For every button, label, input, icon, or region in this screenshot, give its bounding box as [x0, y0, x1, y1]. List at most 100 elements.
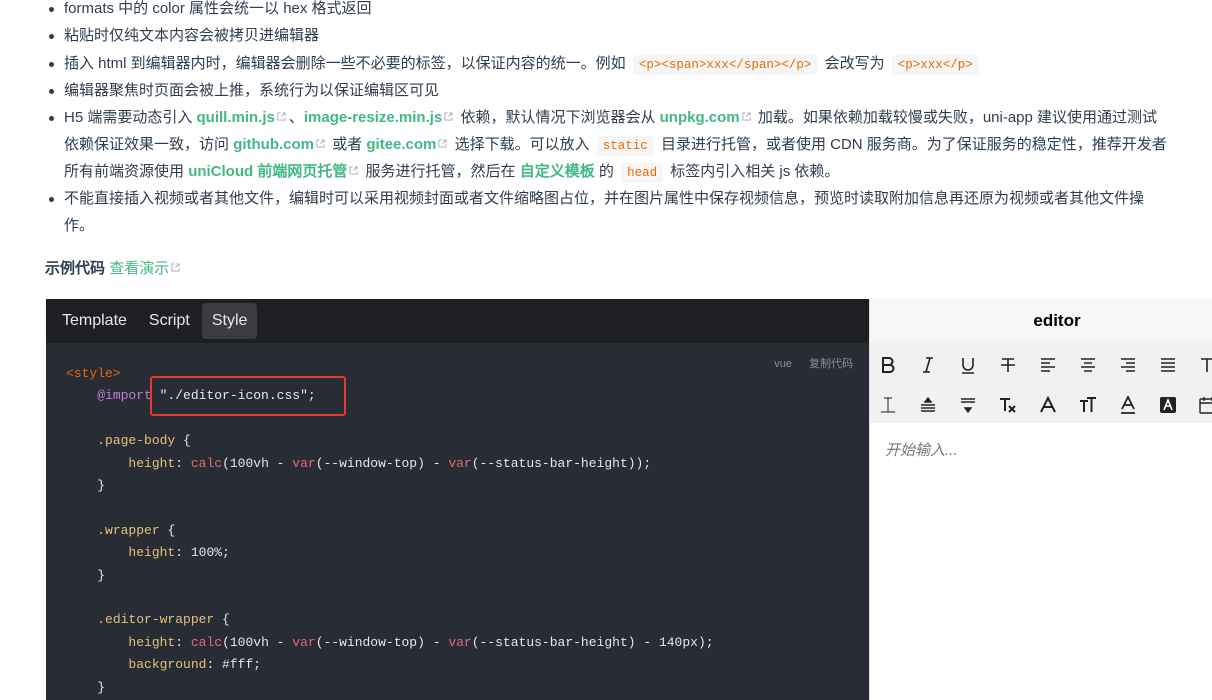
- list-item-text: 目录进行托管，或者使用 CDN 服务商。为了保证服务的稳定性，推荐开发者: [660, 136, 1167, 153]
- bold-icon[interactable]: [876, 353, 900, 377]
- paragraph-spacing-icon[interactable]: [956, 393, 980, 417]
- code-meta: vue 复制代码: [760, 355, 853, 371]
- code-token: }: [97, 679, 106, 695]
- code-panel: Template Script Style vue 复制代码 <style> @…: [46, 299, 869, 700]
- code-token: var: [292, 455, 316, 471]
- code-token: {: [214, 612, 230, 628]
- custom-template-link[interactable]: 自定义模板: [520, 163, 595, 180]
- view-demo-link[interactable]: 查看演示: [109, 260, 169, 277]
- align-left-icon[interactable]: [1036, 353, 1060, 377]
- code-token: (--window-top) -: [315, 455, 449, 471]
- code-token: (100vh -: [222, 455, 293, 471]
- strikethrough-icon[interactable]: [996, 353, 1020, 377]
- code-token: .wrapper: [97, 522, 160, 538]
- list-item-text: 或者: [332, 136, 363, 153]
- code-token: (100vh -: [222, 634, 293, 650]
- list-item: 粘贴时仅纯文本内容会被拷贝进编辑器: [49, 22, 1212, 49]
- list-item-text: 服务进行托管，然后在: [365, 163, 516, 180]
- inline-code: static: [596, 136, 654, 156]
- code-line: <style>: [66, 366, 121, 381]
- list-item-text: 、: [288, 109, 304, 126]
- external-link-icon: [277, 112, 286, 121]
- tab-style[interactable]: Style: [201, 303, 258, 339]
- unpkg-link[interactable]: unpkg.com: [660, 109, 740, 126]
- unicloud-hosting-link[interactable]: uniCloud 前端网页托管: [188, 163, 347, 180]
- text-color-icon[interactable]: [1116, 393, 1140, 417]
- external-link-icon: [438, 139, 447, 148]
- list-item-text: 不能直接插入视频或者其他文件，编辑时可以采用视频封面或者文件缩略图占位，并在图片…: [64, 190, 1145, 207]
- align-justify-icon[interactable]: [1156, 353, 1180, 377]
- list-item-text: 作。: [64, 217, 95, 234]
- code-token: var: [448, 455, 472, 471]
- code-token: #fff;: [222, 657, 262, 673]
- letter-spacing-icon[interactable]: [916, 393, 940, 417]
- code-token: (--status-bar-height) - 140px);: [471, 634, 714, 650]
- code-token: }: [97, 478, 106, 494]
- list-item-text: formats 中的 color 属性会统一以 hex 格式返回: [64, 0, 372, 17]
- preview-title: editor: [870, 299, 1212, 343]
- italic-icon[interactable]: [916, 353, 940, 377]
- list-item-text: 标签内引入相关 js 依赖。: [670, 163, 840, 180]
- list-item: 编辑器聚焦时页面会被上推，系统行为以保证编辑区可见: [49, 77, 1212, 104]
- copy-code-button[interactable]: 复制代码: [809, 358, 853, 370]
- code-token: .editor-wrapper: [97, 612, 215, 628]
- code-token: {: [175, 433, 191, 449]
- tab-script[interactable]: Script: [139, 303, 200, 339]
- heading-title: 示例代码: [45, 260, 106, 277]
- gitee-link[interactable]: gitee.com: [366, 136, 436, 153]
- list-item-text: 加载。如果依赖加载较慢或失败，uni-app 建议使用通过测试: [757, 109, 1158, 126]
- list-item-text: 编辑器聚焦时页面会被上推，系统行为以保证编辑区可见: [64, 82, 440, 99]
- list-item-text: 所有前端资源使用: [64, 163, 185, 180]
- list-item: formats 中的 color 属性会统一以 hex 格式返回: [49, 0, 1212, 22]
- list-item-text: 选择下载。可以放入: [454, 136, 590, 153]
- inline-code: head: [621, 163, 664, 183]
- underline-icon[interactable]: [956, 353, 980, 377]
- list-item-text: 粘贴时仅纯文本内容会被拷贝进编辑器: [64, 27, 320, 44]
- example-code-heading: 示例代码 查看演示: [45, 257, 183, 281]
- align-right-icon[interactable]: [1116, 353, 1140, 377]
- list-item-text: 会改写为: [824, 55, 885, 72]
- github-link[interactable]: github.com: [233, 136, 314, 153]
- list-item-text: 依赖，默认情况下浏览器会从: [460, 109, 656, 126]
- code-token: height: [128, 545, 176, 561]
- code-token: var: [448, 634, 472, 650]
- external-link-icon: [444, 112, 453, 121]
- code-token: @import: [97, 388, 152, 404]
- code-token: .page-body: [97, 433, 176, 449]
- font-size-icon[interactable]: [1076, 393, 1100, 417]
- code-token: height: [128, 455, 176, 471]
- external-link-icon: [742, 112, 751, 121]
- text-size-icon[interactable]: [1196, 353, 1212, 377]
- code-token: 100%;: [190, 545, 230, 561]
- list-item: H5 端需要动态引入 quill.min.js 、image-resize.min…: [49, 104, 1212, 185]
- list-item-text: 的: [598, 163, 614, 180]
- code-token: calc: [190, 455, 223, 471]
- code-token: }: [97, 567, 106, 583]
- annotation-highlight-box: [150, 376, 346, 416]
- code-token: {: [159, 522, 176, 538]
- clear-format-icon[interactable]: [996, 393, 1020, 417]
- code-token: calc: [190, 634, 223, 650]
- image-resize-link[interactable]: image-resize.min.js: [304, 109, 442, 126]
- quill-link[interactable]: quill.min.js: [197, 109, 275, 126]
- list-item: 不能直接插入视频或者其他文件，编辑时可以采用视频封面或者文件缩略图占位，并在图片…: [49, 185, 1212, 239]
- external-link-icon: [316, 139, 325, 148]
- list-item-text: 依赖保证效果一致，访问: [64, 136, 230, 153]
- code-token: height: [128, 634, 176, 650]
- inline-code: <p>xxx</p>: [891, 55, 979, 75]
- line-height-icon[interactable]: [876, 393, 900, 417]
- code-token: var: [292, 634, 316, 650]
- code-token: (--status-bar-height));: [471, 455, 652, 471]
- code-token: (--window-top) -: [315, 634, 449, 650]
- background-color-icon[interactable]: [1156, 393, 1180, 417]
- external-link-icon: [171, 263, 180, 272]
- tab-template[interactable]: Template: [52, 303, 137, 339]
- code-tabs: Template Script Style: [46, 299, 869, 343]
- external-link-icon: [349, 166, 358, 175]
- editor-preview: editor 开始输入...: [869, 299, 1212, 700]
- align-center-icon[interactable]: [1076, 353, 1100, 377]
- font-icon[interactable]: [1036, 393, 1060, 417]
- editor-input[interactable]: 开始输入...: [870, 423, 1212, 476]
- date-icon[interactable]: [1196, 393, 1212, 417]
- inline-code: <p><span>xxx</span></p>: [632, 55, 818, 75]
